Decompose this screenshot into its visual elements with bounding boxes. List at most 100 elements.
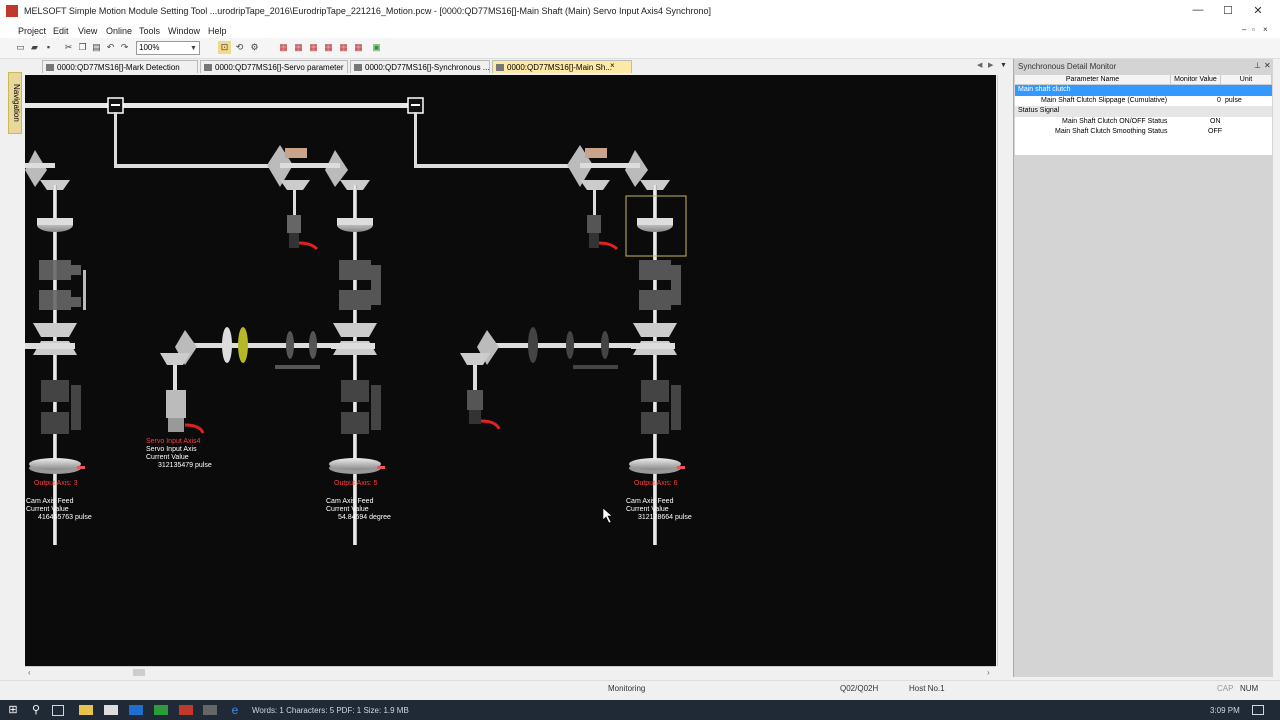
outlook-icon[interactable]	[129, 705, 143, 715]
output-axis-3-line1: Cam Axis Feed	[26, 498, 74, 505]
status-num: NUM	[1240, 684, 1259, 693]
melsoft-app-icon[interactable]	[203, 705, 217, 715]
status-mode: Monitoring	[608, 684, 646, 693]
scrollbar-thumb[interactable]	[133, 669, 145, 676]
menu-online[interactable]: Online	[106, 26, 132, 36]
tab-scroll-right-icon[interactable]: ▶	[988, 61, 993, 69]
clock[interactable]: 3:09 PM	[1210, 706, 1240, 715]
verify-plc-icon[interactable]: ▦	[307, 41, 320, 54]
table-row[interactable]: Main shaft clutch	[1015, 85, 1272, 96]
write-plc-icon[interactable]: ▦	[292, 41, 305, 54]
menu-tools[interactable]: Tools	[139, 26, 160, 36]
tab-document-icon	[204, 64, 212, 71]
tab-scroll-left-icon[interactable]: ◀	[977, 61, 982, 69]
toolbar: ▭ ▰ ▪ ✂ ❐ ▤ ↶ ↷ 100% ▼ ⊡ ⟲ ⚙ ▦ ▦ ▦ ▦ ▦ ▦…	[0, 38, 1280, 59]
menu-project[interactable]: Project	[18, 26, 46, 36]
task-view-icon[interactable]	[52, 705, 64, 716]
status-cap: CAP	[1217, 684, 1234, 693]
paste-icon[interactable]: ▤	[90, 41, 103, 54]
menu-edit[interactable]: Edit	[53, 26, 69, 36]
monitor-table: Parameter Name Monitor Value Unit Main s…	[1015, 75, 1272, 155]
servo-input-axis-4-branch	[160, 327, 343, 434]
servo-input-line2: Current Value	[146, 454, 189, 461]
tab-label: 0000:QD77MS16[]-Synchronous ...	[365, 63, 490, 72]
tab-mark-detection[interactable]: 0000:QD77MS16[]-Mark Detection	[42, 60, 198, 73]
menu-window[interactable]: Window	[168, 26, 200, 36]
gear-icon[interactable]: ⚙	[248, 41, 261, 54]
stop-monitor-icon[interactable]: ▦	[337, 41, 350, 54]
store-icon[interactable]	[104, 705, 118, 715]
test-icon[interactable]: ▦	[352, 41, 365, 54]
cut-icon[interactable]: ✂	[62, 41, 75, 54]
column-header-parameter-name[interactable]: Parameter Name	[1015, 75, 1171, 85]
status-bar: Monitoring Q02/Q02H Host No.1 CAP NUM	[0, 680, 1280, 695]
vertical-scrollbar[interactable]	[997, 75, 1010, 666]
menu-bar: Project Edit View Online Tools Window He…	[0, 22, 1280, 38]
drive-junction-node-2[interactable]	[407, 97, 424, 114]
chevron-down-icon[interactable]: ▼	[187, 42, 200, 55]
select-tool-icon[interactable]: ⊡	[218, 41, 231, 54]
connection-icon[interactable]: ▣	[370, 41, 383, 54]
copy-icon[interactable]: ❐	[76, 41, 89, 54]
scroll-left-icon[interactable]: ‹	[28, 668, 31, 677]
open-folder-icon[interactable]: ▰	[28, 41, 41, 54]
column-header-monitor-value[interactable]: Monitor Value	[1171, 75, 1221, 85]
pin-icon[interactable]: ⊥	[1254, 61, 1261, 70]
read-plc-icon[interactable]: ▦	[277, 41, 290, 54]
mouse-cursor	[602, 507, 613, 524]
column-header-unit[interactable]: Unit	[1221, 75, 1272, 85]
minimize-button[interactable]: —	[1184, 4, 1212, 18]
document-info: Words: 1 Characters: 5 PDF: 1 Size: 1.9 …	[252, 706, 409, 715]
link-tool-icon[interactable]: ⟲	[233, 41, 246, 54]
table-row[interactable]: Main Shaft Clutch ON/OFF Status ON	[1015, 117, 1272, 128]
close-button[interactable]: ✕	[1244, 4, 1272, 18]
save-icon[interactable]: ▪	[42, 41, 55, 54]
notification-icon[interactable]	[1252, 705, 1264, 715]
green-app-icon[interactable]	[154, 705, 168, 715]
synchronous-diagram-canvas[interactable]: Servo Input Axis4 Servo Input Axis Curre…	[25, 75, 996, 666]
title-bar: MELSOFT Simple Motion Module Setting Too…	[0, 0, 1280, 22]
output-axis-3-value: 416465763 pulse	[38, 514, 92, 521]
edge-browser-icon[interactable]: e	[228, 703, 242, 717]
document-tabs: 0000:QD77MS16[]-Mark Detection 0000:QD77…	[22, 60, 1012, 74]
menu-view[interactable]: View	[78, 26, 97, 36]
main-drive-shaft	[25, 103, 420, 108]
monitor-icon[interactable]: ▦	[322, 41, 335, 54]
search-icon[interactable]: ⚲	[29, 703, 43, 717]
table-row[interactable]: Main Shaft Clutch Slippage (Cumulative) …	[1015, 96, 1272, 107]
maximize-button[interactable]: ☐	[1214, 4, 1242, 18]
file-explorer-icon[interactable]	[79, 705, 93, 715]
mdi-minimize-button[interactable]: –	[1242, 25, 1246, 34]
table-row[interactable]: Main Shaft Clutch Smoothing Status OFF	[1015, 127, 1272, 138]
drive-junction-node-1[interactable]	[107, 97, 124, 114]
scroll-right-icon[interactable]: ›	[987, 668, 990, 677]
menu-help[interactable]: Help	[208, 26, 227, 36]
app-icon	[6, 5, 18, 17]
pdf-app-icon[interactable]	[179, 705, 193, 715]
tab-close-button[interactable]: ×	[610, 61, 615, 70]
panel-title: Synchronous Detail Monitor	[1018, 62, 1117, 71]
tab-servo-parameter[interactable]: 0000:QD77MS16[]-Servo parameter	[200, 60, 348, 73]
navigation-tab[interactable]: Navigation	[8, 72, 22, 134]
new-file-icon[interactable]: ▭	[14, 41, 27, 54]
mdi-restore-button[interactable]: ▫	[1252, 25, 1255, 34]
row-name: Main Shaft Clutch Slippage (Cumulative)	[1041, 96, 1168, 104]
mdi-close-button[interactable]: ×	[1263, 25, 1268, 34]
window-title: MELSOFT Simple Motion Module Setting Too…	[24, 6, 712, 16]
undo-icon[interactable]: ↶	[104, 41, 117, 54]
gear-diagram	[25, 97, 687, 545]
tab-synchronous[interactable]: 0000:QD77MS16[]-Synchronous ...	[350, 60, 490, 73]
horizontal-scrollbar[interactable]: ‹ ›	[25, 666, 996, 679]
row-unit: pulse	[1225, 96, 1242, 104]
table-row[interactable]: Status Signal	[1015, 106, 1272, 117]
tab-list-icon[interactable]: ▼	[1000, 62, 1007, 69]
tab-document-icon	[496, 64, 504, 71]
windows-start-icon[interactable]: ⊞	[6, 703, 20, 717]
redo-icon[interactable]: ↷	[118, 41, 131, 54]
output-axis-6-value: 312128664 pulse	[638, 514, 692, 521]
row-name: Main Shaft Clutch ON/OFF Status	[1062, 117, 1168, 125]
tab-label: 0000:QD77MS16[]-Main Sh...	[507, 63, 612, 72]
panel-close-icon[interactable]: ✕	[1264, 61, 1271, 70]
row-value: OFF	[1208, 128, 1222, 135]
output-axis-3-title: Output Axis: 3	[34, 480, 78, 487]
